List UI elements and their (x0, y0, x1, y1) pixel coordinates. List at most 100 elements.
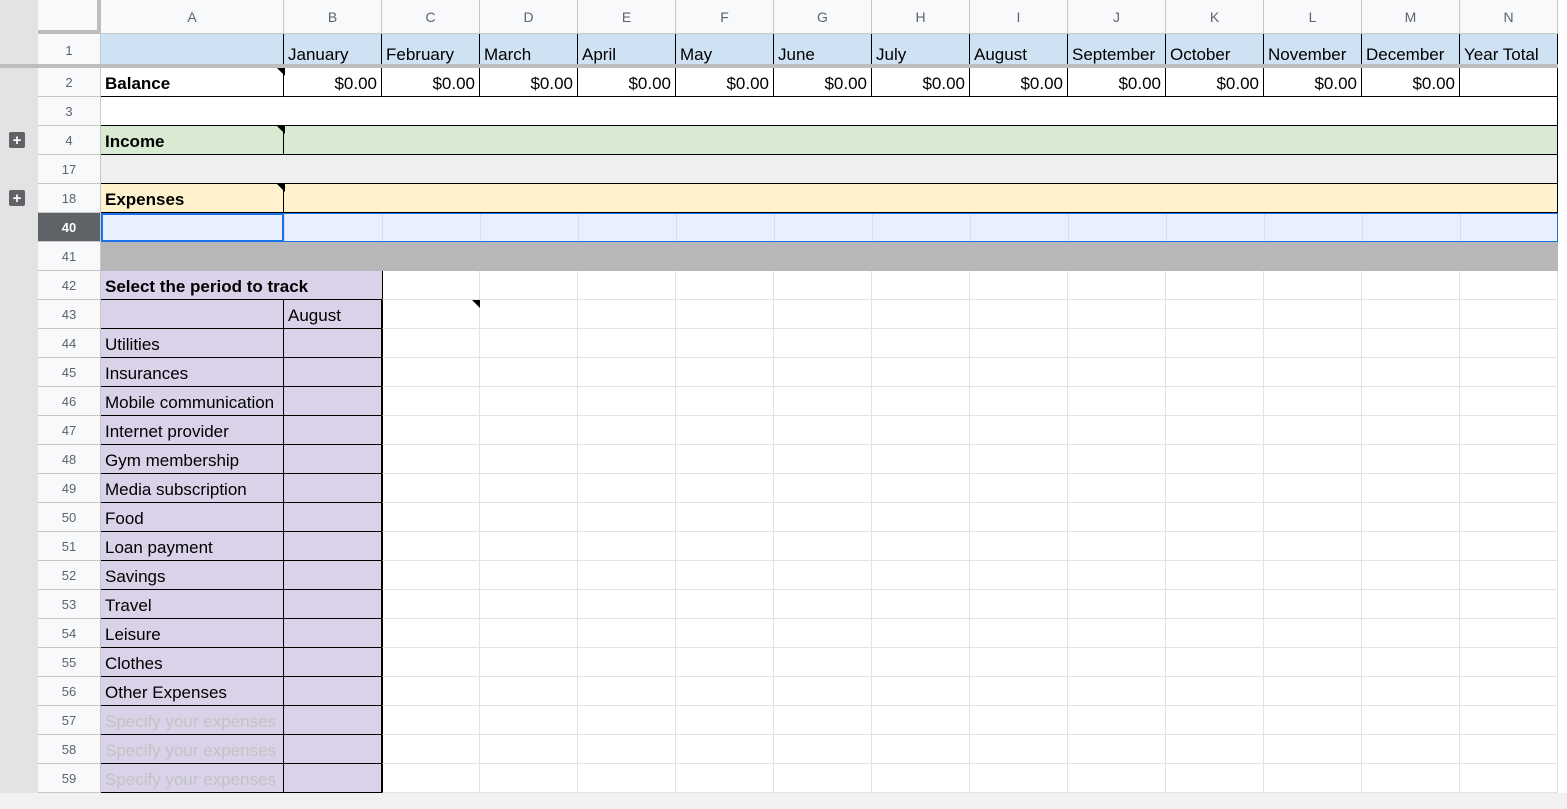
month-header-cell[interactable]: July (872, 34, 970, 68)
column-header-m[interactable]: M (1362, 0, 1460, 34)
empty-cell[interactable] (1460, 764, 1558, 793)
empty-cell[interactable] (1362, 561, 1460, 590)
empty-cell[interactable] (578, 619, 676, 648)
active-cell-a40[interactable] (101, 213, 284, 242)
empty-cell[interactable] (872, 706, 970, 735)
empty-cell[interactable] (1068, 677, 1166, 706)
column-header-g[interactable]: G (774, 0, 872, 34)
empty-cell[interactable] (1166, 271, 1264, 300)
empty-cell[interactable] (1460, 503, 1558, 532)
empty-cell[interactable] (970, 358, 1068, 387)
empty-cell[interactable] (382, 503, 480, 532)
empty-cell[interactable] (676, 648, 774, 677)
empty-cell[interactable] (578, 764, 676, 793)
empty-cell[interactable] (872, 735, 970, 764)
empty-cell[interactable] (872, 271, 970, 300)
empty-cell[interactable] (382, 706, 480, 735)
row-header-52[interactable]: 52 (38, 561, 101, 590)
empty-cell[interactable] (1362, 532, 1460, 561)
empty-cell[interactable] (970, 648, 1068, 677)
empty-cell[interactable] (1264, 532, 1362, 561)
empty-cell[interactable] (578, 271, 676, 300)
expense-category-label[interactable]: Food (101, 503, 284, 532)
empty-cell[interactable] (382, 648, 480, 677)
empty-cell[interactable] (1068, 329, 1166, 358)
empty-cell[interactable] (1460, 677, 1558, 706)
empty-cell[interactable] (382, 619, 480, 648)
empty-cell[interactable] (676, 300, 774, 329)
empty-cell[interactable] (1166, 561, 1264, 590)
expense-category-label[interactable]: Mobile communication (101, 387, 284, 416)
month-header-cell[interactable]: June (774, 34, 872, 68)
month-header-cell[interactable]: April (578, 34, 676, 68)
balance-value-cell[interactable]: $0.00 (676, 68, 774, 97)
empty-cell[interactable] (970, 590, 1068, 619)
balance-year-total-cell[interactable] (1460, 68, 1558, 97)
column-header-h[interactable]: H (872, 0, 970, 34)
income-label[interactable]: Income (101, 126, 284, 155)
column-header-d[interactable]: D (480, 0, 578, 34)
empty-cell[interactable] (970, 271, 1068, 300)
empty-cell[interactable] (872, 445, 970, 474)
empty-cell[interactable] (1362, 590, 1460, 619)
empty-cell[interactable] (382, 445, 480, 474)
expense-placeholder-label[interactable]: Specify your expenses (101, 764, 284, 793)
empty-cell[interactable] (872, 648, 970, 677)
empty-cell[interactable] (774, 300, 872, 329)
empty-cell[interactable] (1264, 271, 1362, 300)
header-blank-cell[interactable] (101, 34, 284, 68)
row-header-57[interactable]: 57 (38, 706, 101, 735)
empty-cell[interactable] (774, 358, 872, 387)
empty-cell[interactable] (480, 445, 578, 474)
empty-cell[interactable] (676, 706, 774, 735)
row-header-44[interactable]: 44 (38, 329, 101, 358)
empty-cell[interactable] (872, 300, 970, 329)
empty-cell[interactable] (676, 561, 774, 590)
row-header-17[interactable]: 17 (38, 155, 101, 184)
expense-category-value[interactable] (284, 416, 382, 445)
empty-cell[interactable] (1264, 561, 1362, 590)
selected-row-gridline[interactable] (1362, 214, 1363, 241)
empty-cell[interactable] (872, 590, 970, 619)
empty-cell[interactable] (382, 764, 480, 793)
balance-value-cell[interactable]: $0.00 (578, 68, 676, 97)
empty-cell[interactable] (676, 677, 774, 706)
empty-cell[interactable] (480, 706, 578, 735)
column-header-l[interactable]: L (1264, 0, 1362, 34)
empty-cell[interactable] (1362, 358, 1460, 387)
empty-cell[interactable] (1362, 503, 1460, 532)
expense-category-label[interactable]: Leisure (101, 619, 284, 648)
empty-cell[interactable] (1460, 416, 1558, 445)
expense-category-label[interactable]: Gym membership (101, 445, 284, 474)
empty-cell[interactable] (970, 677, 1068, 706)
empty-cell[interactable] (970, 329, 1068, 358)
expense-category-value[interactable] (284, 532, 382, 561)
empty-cell[interactable] (382, 329, 480, 358)
empty-cell[interactable] (578, 474, 676, 503)
empty-cell[interactable] (1362, 271, 1460, 300)
empty-cell[interactable] (676, 271, 774, 300)
empty-cell[interactable] (1068, 706, 1166, 735)
empty-cell[interactable] (1460, 590, 1558, 619)
empty-cell[interactable] (676, 619, 774, 648)
empty-cell[interactable] (480, 735, 578, 764)
month-header-cell[interactable]: August (970, 34, 1068, 68)
empty-cell[interactable] (1264, 416, 1362, 445)
empty-cell[interactable] (480, 329, 578, 358)
balance-value-cell[interactable]: $0.00 (1068, 68, 1166, 97)
empty-cell[interactable] (774, 503, 872, 532)
empty-cell[interactable] (676, 532, 774, 561)
empty-cell[interactable] (1166, 387, 1264, 416)
row-header-54[interactable]: 54 (38, 619, 101, 648)
empty-cell[interactable] (774, 561, 872, 590)
row-header-48[interactable]: 48 (38, 445, 101, 474)
empty-cell[interactable] (774, 619, 872, 648)
empty-cell[interactable] (970, 706, 1068, 735)
empty-cell[interactable] (1264, 735, 1362, 764)
empty-cell[interactable] (1362, 445, 1460, 474)
empty-cell[interactable] (480, 677, 578, 706)
empty-cell[interactable] (676, 764, 774, 793)
empty-cell[interactable] (1068, 387, 1166, 416)
empty-cell[interactable] (1166, 735, 1264, 764)
month-header-cell[interactable]: May (676, 34, 774, 68)
